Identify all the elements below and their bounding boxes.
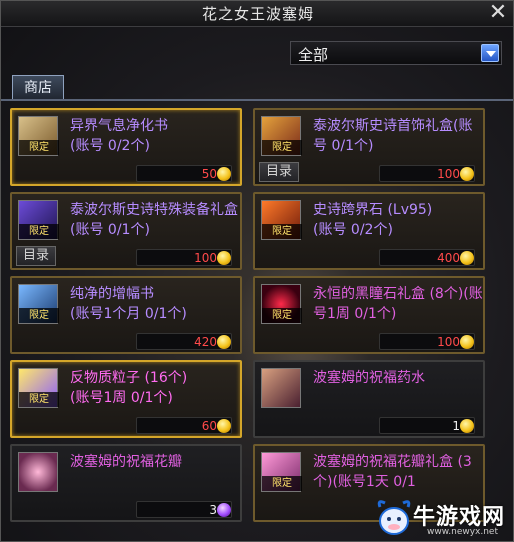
shop-item[interactable]: 限定 永恒的黑瞳石礼盒 (8个)(账号1周 0/1个) 100 bbox=[253, 276, 485, 354]
item-price: 100 bbox=[194, 251, 217, 265]
blessing-potion-icon bbox=[261, 368, 301, 408]
shop-item[interactable]: 限定 反物质粒子 (16个) (账号1周 0/1个) 60 bbox=[10, 360, 242, 438]
catalog-button[interactable]: 目录 bbox=[16, 246, 56, 266]
limited-badge: 限定 bbox=[19, 224, 59, 239]
item-price: 1 bbox=[452, 419, 460, 433]
price-box: 400 bbox=[379, 249, 475, 266]
tab-shop[interactable]: 商店 bbox=[12, 75, 64, 100]
item-name: 泰波尔斯史诗特殊装备礼盒(账号 0/1个) bbox=[70, 202, 238, 238]
shop-item[interactable]: 波塞姆的祝福药水 1 bbox=[253, 360, 485, 438]
coin-icon bbox=[460, 419, 474, 433]
shop-item[interactable]: 限定 目录 泰波尔斯史诗特殊装备礼盒(账号 0/1个) 100 bbox=[10, 192, 242, 270]
price-box: 3 bbox=[136, 501, 232, 518]
item-name: 波塞姆的祝福花瓣礼盒 (3个)(账号1天 0/1 bbox=[313, 454, 472, 490]
tab-divider bbox=[1, 99, 513, 101]
black-pupil-stone-box-icon: 限定 bbox=[261, 284, 302, 324]
item-price: 400 bbox=[437, 251, 460, 265]
shop-item[interactable]: 波塞姆的祝福花瓣 3 bbox=[10, 444, 242, 522]
item-price: 100 bbox=[437, 167, 460, 181]
price-box: 50 bbox=[136, 165, 232, 182]
shop-item[interactable]: 限定 异界气息净化书 (账号 0/2个) 50 bbox=[10, 108, 242, 186]
purification-book-icon: 限定 bbox=[18, 116, 59, 156]
price-box: 100 bbox=[379, 165, 475, 182]
site-watermark: 牛游戏网 www.newyx.net bbox=[371, 495, 513, 541]
dropdown-arrow-icon[interactable] bbox=[481, 44, 499, 62]
coin-icon bbox=[217, 335, 231, 349]
coin-icon bbox=[217, 251, 231, 265]
limited-badge: 限定 bbox=[262, 476, 302, 491]
price-box: 100 bbox=[379, 333, 475, 350]
special-equipment-box-icon: 限定 bbox=[18, 200, 59, 240]
item-name: 纯净的增幅书 (账号1个月 0/1个) bbox=[70, 286, 187, 322]
category-dropdown[interactable]: 全部 bbox=[290, 41, 502, 65]
coin-icon bbox=[460, 251, 474, 265]
item-price: 100 bbox=[437, 335, 460, 349]
accessory-box-icon: 限定 bbox=[261, 116, 302, 156]
shop-item[interactable]: 限定 史诗跨界石 (Lv95) (账号 0/2个) 400 bbox=[253, 192, 485, 270]
item-name: 波塞姆的祝福花瓣 bbox=[70, 454, 182, 470]
price-box: 100 bbox=[136, 249, 232, 266]
limited-badge: 限定 bbox=[19, 140, 59, 155]
item-name: 反物质粒子 (16个) (账号1周 0/1个) bbox=[70, 370, 188, 406]
item-name: 异界气息净化书 (账号 0/2个) bbox=[70, 118, 168, 154]
limited-badge: 限定 bbox=[262, 308, 302, 323]
limited-badge: 限定 bbox=[262, 140, 302, 155]
item-price: 50 bbox=[201, 167, 217, 181]
catalog-button[interactable]: 目录 bbox=[259, 162, 299, 182]
shop-window: 花之女王波塞姆 ✕ 全部 商店 限定 异界气息净化书 (账号 0/2个) 50 … bbox=[0, 0, 514, 542]
item-name: 史诗跨界石 (Lv95) (账号 0/2个) bbox=[313, 202, 433, 238]
limited-badge: 限定 bbox=[19, 392, 59, 407]
coin-icon bbox=[217, 419, 231, 433]
bull-logo-icon bbox=[377, 500, 411, 535]
shop-item[interactable]: 限定 目录 泰波尔斯史诗首饰礼盒(账号 0/1个) 100 bbox=[253, 108, 485, 186]
price-box: 1 bbox=[379, 417, 475, 434]
blessing-petal-box-icon: 限定 bbox=[261, 452, 302, 492]
epic-crossing-stone-icon: 限定 bbox=[261, 200, 302, 240]
watermark-url: www.newyx.net bbox=[427, 527, 499, 537]
coin-icon bbox=[460, 335, 474, 349]
item-price: 420 bbox=[194, 335, 217, 349]
antimatter-particle-icon: 限定 bbox=[18, 368, 59, 408]
purple-coin-icon bbox=[217, 503, 231, 517]
amplify-book-icon: 限定 bbox=[18, 284, 59, 324]
price-box: 60 bbox=[136, 417, 232, 434]
item-name: 永恒的黑瞳石礼盒 (8个)(账号1周 0/1个) bbox=[313, 286, 483, 322]
window-title: 花之女王波塞姆 bbox=[201, 5, 314, 23]
coin-icon bbox=[217, 167, 231, 181]
close-icon[interactable]: ✕ bbox=[487, 2, 509, 25]
title-bar: 花之女王波塞姆 ✕ bbox=[1, 1, 513, 27]
item-name: 波塞姆的祝福药水 bbox=[313, 370, 425, 386]
shop-item[interactable]: 限定 纯净的增幅书 (账号1个月 0/1个) 420 bbox=[10, 276, 242, 354]
price-box: 420 bbox=[136, 333, 232, 350]
limited-badge: 限定 bbox=[19, 308, 59, 323]
item-price: 60 bbox=[201, 419, 217, 433]
limited-badge: 限定 bbox=[262, 224, 302, 239]
item-price: 3 bbox=[209, 503, 217, 517]
blessing-petal-icon bbox=[18, 452, 58, 492]
dropdown-value: 全部 bbox=[298, 46, 329, 64]
coin-icon bbox=[460, 167, 474, 181]
item-name: 泰波尔斯史诗首饰礼盒(账号 0/1个) bbox=[313, 118, 473, 154]
